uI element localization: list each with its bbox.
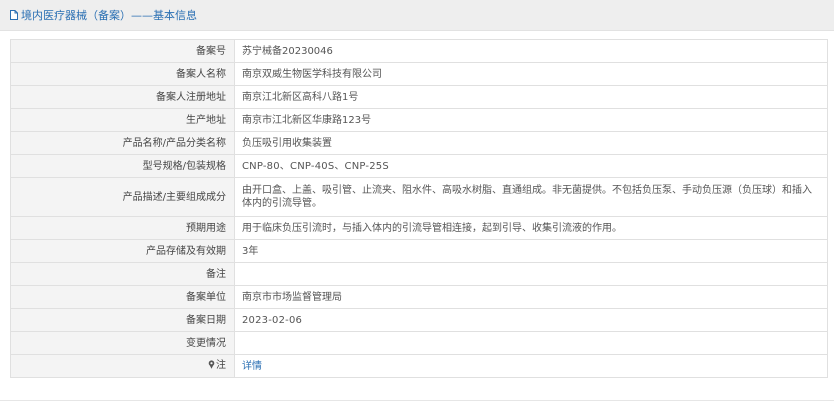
table-row: 变更情况 <box>10 331 828 355</box>
row-label-product-name: 产品名称/产品分类名称 <box>10 131 235 155</box>
details-link[interactable]: 详情 <box>242 361 262 372</box>
table-row: 注 详情 <box>10 354 828 378</box>
info-table: 备案号 苏宁械备20230046 备案人名称 南京双威生物医学科技有限公司 备案… <box>10 39 828 378</box>
row-label-record-number: 备案号 <box>10 39 235 63</box>
table-row: 产品名称/产品分类名称 负压吸引用收集装置 <box>10 131 828 155</box>
row-value-note: 详情 <box>234 354 828 378</box>
table-row: 备案日期 2023-02-06 <box>10 308 828 332</box>
row-label-intended-use: 预期用途 <box>10 216 235 240</box>
pin-icon <box>208 360 215 373</box>
row-value-storage-validity: 3年 <box>234 239 828 263</box>
row-value-product-name: 负压吸引用收集装置 <box>234 131 828 155</box>
row-label-filing-date: 备案日期 <box>10 308 235 332</box>
table-row: 生产地址 南京市江北新区华康路123号 <box>10 108 828 132</box>
row-label-note: 注 <box>10 354 235 378</box>
table-row: 备案单位 南京市市场监督管理局 <box>10 285 828 309</box>
row-value-model-spec: CNP-80、CNP-40S、CNP-25S <box>234 154 828 178</box>
table-row: 备案号 苏宁械备20230046 <box>10 39 828 63</box>
row-label-model-spec: 型号规格/包装规格 <box>10 154 235 178</box>
row-value-intended-use: 用于临床负压引流时，与插入体内的引流导管相连接，起到引导、收集引流液的作用。 <box>234 216 828 240</box>
row-label-registrant-address: 备案人注册地址 <box>10 85 235 109</box>
row-value-filing-unit: 南京市市场监督管理局 <box>234 285 828 309</box>
row-label-registrant-name: 备案人名称 <box>10 62 235 86</box>
row-value-filing-date: 2023-02-06 <box>234 308 828 332</box>
row-value-product-description: 由开口盒、上盖、吸引管、止流夹、阻水件、高吸水树脂、直通组成。非无菌提供。不包括… <box>234 177 828 217</box>
page-header: 境内医疗器械（备案）——基本信息 <box>0 0 834 31</box>
row-value-registrant-name: 南京双威生物医学科技有限公司 <box>234 62 828 86</box>
row-value-record-number: 苏宁械备20230046 <box>234 39 828 63</box>
note-label-text: 注 <box>216 360 226 371</box>
document-icon <box>10 10 18 20</box>
row-label-filing-unit: 备案单位 <box>10 285 235 309</box>
page-title: 境内医疗器械（备案）——基本信息 <box>21 9 197 22</box>
row-label-change-status: 变更情况 <box>10 331 235 355</box>
row-label-product-description: 产品描述/主要组成成分 <box>10 177 235 217</box>
table-row: 备注 <box>10 262 828 286</box>
table-row: 备案人注册地址 南京江北新区高科八路1号 <box>10 85 828 109</box>
bottom-divider <box>0 400 834 401</box>
row-value-change-status <box>234 331 828 355</box>
table-row: 备案人名称 南京双威生物医学科技有限公司 <box>10 62 828 86</box>
table-row: 预期用途 用于临床负压引流时，与插入体内的引流导管相连接，起到引导、收集引流液的… <box>10 216 828 240</box>
row-value-production-address: 南京市江北新区华康路123号 <box>234 108 828 132</box>
table-row: 型号规格/包装规格 CNP-80、CNP-40S、CNP-25S <box>10 154 828 178</box>
row-label-remarks: 备注 <box>10 262 235 286</box>
row-value-registrant-address: 南京江北新区高科八路1号 <box>234 85 828 109</box>
row-label-production-address: 生产地址 <box>10 108 235 132</box>
table-row: 产品描述/主要组成成分 由开口盒、上盖、吸引管、止流夹、阻水件、高吸水树脂、直通… <box>10 177 828 217</box>
table-row: 产品存储及有效期 3年 <box>10 239 828 263</box>
row-value-remarks <box>234 262 828 286</box>
row-label-storage-validity: 产品存储及有效期 <box>10 239 235 263</box>
